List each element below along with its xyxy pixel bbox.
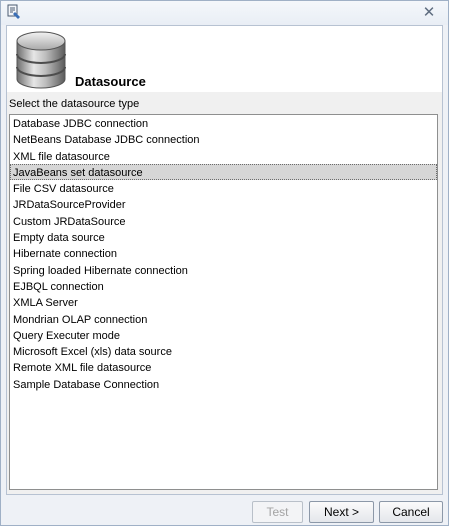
button-bar: Test Next > Cancel [1,497,448,527]
datasource-dialog: ✕ Datasource Select the datasource type … [0,0,449,526]
list-item[interactable]: Database JDBC connection [10,115,437,131]
app-icon [6,4,22,20]
test-button[interactable]: Test [252,501,303,523]
list-item[interactable]: Hibernate connection [10,245,437,261]
cancel-button[interactable]: Cancel [379,501,443,523]
close-button[interactable]: ✕ [418,3,440,21]
list-item[interactable]: Remote XML file datasource [10,359,437,375]
list-item[interactable]: Empty data source [10,229,437,245]
list-item[interactable]: JRDataSourceProvider [10,196,437,212]
list-item[interactable]: Spring loaded Hibernate connection [10,262,437,278]
list-item[interactable]: XMLA Server [10,294,437,310]
page-title: Datasource [75,74,146,89]
title-bar: ✕ [1,1,448,25]
list-item[interactable]: XML file datasource [10,148,437,164]
datasource-type-list[interactable]: Database JDBC connection NetBeans Databas… [9,114,438,490]
list-item[interactable]: NetBeans Database JDBC connection [10,131,437,147]
dialog-content: Datasource Select the datasource type Da… [6,25,443,495]
datasource-type-label: Select the datasource type [9,98,140,110]
header-panel: Datasource [7,26,442,92]
list-item[interactable]: File CSV datasource [10,180,437,196]
list-item[interactable]: Query Executer mode [10,327,437,343]
list-item[interactable]: EJBQL connection [10,278,437,294]
database-icon [11,29,71,91]
next-button[interactable]: Next > [309,501,374,523]
list-item[interactable]: JavaBeans set datasource [10,163,437,181]
list-item[interactable]: Sample Database Connection [10,376,437,392]
list-item[interactable]: Microsoft Excel (xls) data source [10,343,437,359]
list-item[interactable]: Custom JRDataSource [10,213,437,229]
list-item[interactable]: Mondrian OLAP connection [10,311,437,327]
